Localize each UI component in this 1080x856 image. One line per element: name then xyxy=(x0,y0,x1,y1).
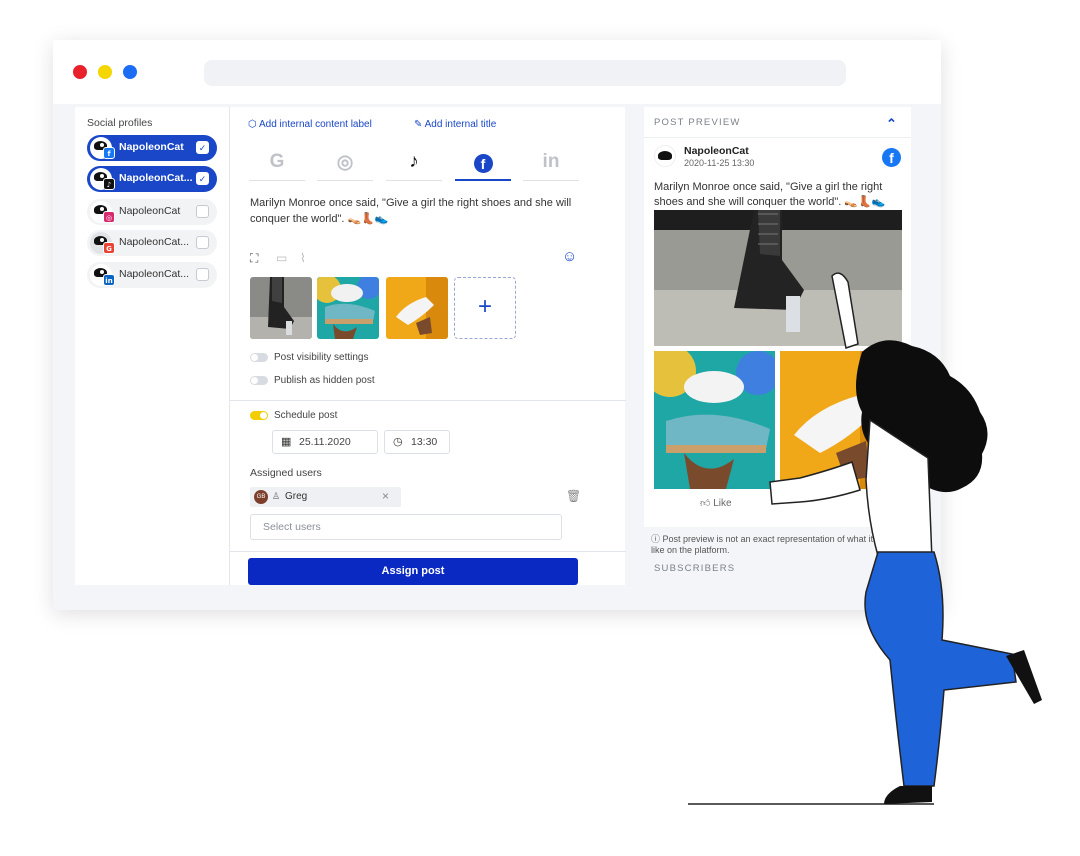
woman-illustration xyxy=(688,272,1042,805)
